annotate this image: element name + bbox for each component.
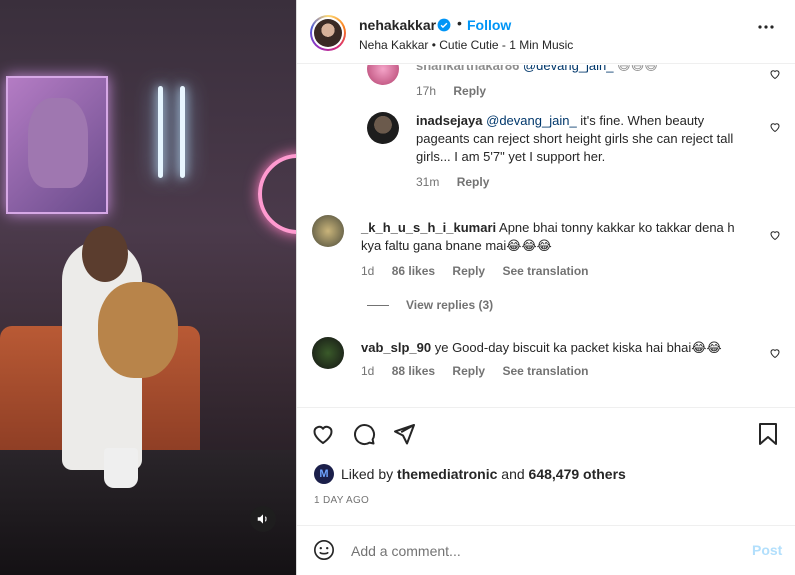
comment-time[interactable]: 17h [416, 84, 436, 98]
post-button[interactable]: Post [752, 542, 782, 558]
comment-username[interactable]: inadsejaya [416, 113, 483, 128]
verified-icon [437, 18, 451, 32]
sound-button[interactable] [250, 506, 276, 532]
liked-by-count[interactable]: 648,479 others [529, 466, 626, 482]
separator-dot: • [457, 15, 462, 31]
comment-text: vab_slp_90 ye Good-day biscuit ka packet… [361, 339, 751, 357]
comment-avatar[interactable] [312, 337, 344, 369]
heart-icon[interactable] [769, 229, 781, 241]
comment-username[interactable]: vab_slp_90 [361, 340, 431, 355]
neon-light [158, 86, 163, 178]
wall-poster [6, 76, 108, 214]
view-replies-button[interactable]: View replies (3) [406, 298, 507, 312]
comment-text: inadsejaya @devang_jain_ it's fine. When… [416, 112, 746, 166]
comment-text: shankarthakar86 @devang_jain_ 😄😄😄 [416, 65, 658, 75]
heart-icon[interactable] [311, 422, 335, 446]
comment-meta: 31m Reply [416, 175, 503, 189]
view-replies-label[interactable]: View replies (3) [406, 298, 493, 312]
comment-meta: 1d 88 likes Reply See translation [361, 364, 602, 378]
comment-username[interactable]: _k_h_u_s_h_i_kumari [361, 220, 496, 235]
save-icon[interactable] [757, 422, 779, 446]
likes-count[interactable]: 88 likes [392, 364, 435, 378]
likes-count[interactable]: 86 likes [392, 264, 435, 278]
comment-avatar[interactable] [312, 215, 344, 247]
liked-by-prefix: Liked by [341, 466, 398, 482]
avatar[interactable] [310, 15, 346, 51]
liked-by-user[interactable]: themediatronic [397, 466, 497, 482]
comments-list[interactable]: shankarthakar86 @devang_jain_ 😄😄😄 17h Re… [297, 65, 795, 407]
emoji-icon[interactable] [313, 539, 335, 561]
neon-light [180, 86, 185, 178]
audio-link[interactable]: Neha Kakkar • Cutie Cutie - 1 Min Music [359, 38, 573, 52]
liked-by-text[interactable]: Liked by themediatronic and 648,479 othe… [341, 466, 626, 482]
comment-input[interactable] [351, 540, 741, 562]
heart-icon[interactable] [769, 347, 781, 359]
post-date[interactable]: 1 DAY AGO [314, 495, 369, 506]
comment-mention[interactable]: @devang_jain_ [523, 65, 614, 73]
liked-by-middle: and [497, 466, 529, 482]
liked-by-avatar[interactable]: M [314, 464, 334, 484]
teddy-bear [98, 282, 178, 378]
comment-text: _k_h_u_s_h_i_kumari Apne bhai tonny kakk… [361, 219, 751, 255]
post-header: nehakakkar • Follow Neha Kakkar • Cutie … [297, 0, 795, 64]
replies-divider [367, 305, 389, 306]
comment-time[interactable]: 1d [361, 264, 374, 278]
see-translation-button[interactable]: See translation [502, 264, 588, 278]
post-video[interactable] [0, 0, 296, 575]
follow-button[interactable]: Follow [467, 17, 511, 33]
boot [104, 448, 138, 488]
heart-icon[interactable] [769, 121, 781, 133]
post-panel: nehakakkar • Follow Neha Kakkar • Cutie … [296, 0, 795, 575]
heart-icon[interactable] [769, 68, 781, 80]
comment-avatar[interactable] [367, 112, 399, 144]
comment-time[interactable]: 1d [361, 364, 374, 378]
sound-icon [257, 514, 267, 524]
post-actions: M Liked by themediatronic and 648,479 ot… [297, 407, 795, 525]
comment-body: ye Good-day biscuit ka packet kiska hai … [431, 340, 722, 355]
reply-button[interactable]: Reply [452, 264, 485, 278]
comment-meta: 1d 86 likes Reply See translation [361, 264, 602, 278]
comment-emojis: 😄😄😄 [617, 65, 658, 73]
comment-icon[interactable] [352, 422, 376, 446]
comment-username[interactable]: shankarthakar86 [416, 65, 519, 73]
comment-avatar[interactable] [367, 65, 399, 85]
more-icon[interactable] [757, 24, 775, 30]
reply-button[interactable]: Reply [452, 364, 485, 378]
see-translation-button[interactable]: See translation [502, 364, 588, 378]
comment-time[interactable]: 31m [416, 175, 439, 189]
comment-meta: 17h Reply [416, 84, 500, 98]
reply-button[interactable]: Reply [457, 175, 490, 189]
person-head [82, 226, 128, 282]
share-icon[interactable] [392, 422, 416, 446]
username-link[interactable]: nehakakkar [359, 17, 436, 33]
comment-mention[interactable]: @devang_jain_ [486, 113, 577, 128]
reply-button[interactable]: Reply [453, 84, 486, 98]
comment-composer: Post [297, 525, 795, 575]
